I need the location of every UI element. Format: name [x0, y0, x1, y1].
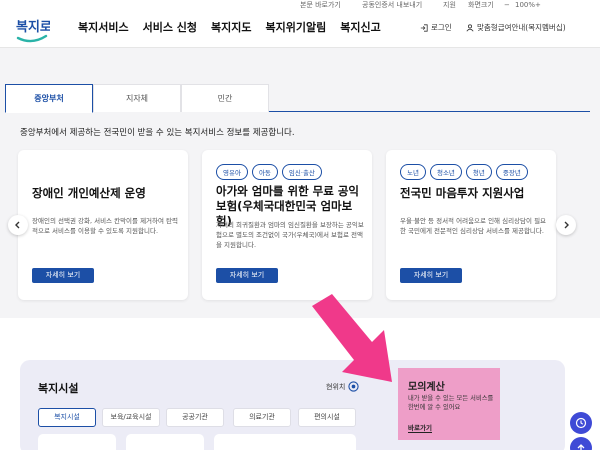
pink-arrow-annotation-icon	[312, 294, 392, 382]
recent-history-button[interactable]	[570, 412, 592, 434]
clock-icon	[575, 417, 587, 429]
arrow-up-icon	[577, 444, 585, 450]
